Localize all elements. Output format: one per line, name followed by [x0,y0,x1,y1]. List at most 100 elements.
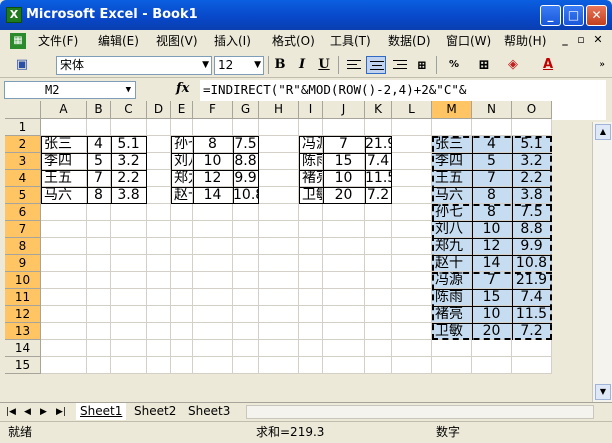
cell[interactable] [41,289,87,306]
cell[interactable] [299,357,323,374]
cell[interactable] [147,289,171,306]
cell[interactable]: 4 [472,136,512,153]
row-header[interactable]: 15 [5,357,41,374]
cell[interactable]: 3.8 [512,187,552,204]
cell[interactable] [259,170,299,187]
cell[interactable] [171,272,193,289]
cell[interactable]: 7.2 [365,187,392,204]
cell[interactable] [41,340,87,357]
cell[interactable] [111,323,147,340]
column-header[interactable]: F [193,101,233,119]
cell[interactable]: 卫敏 [299,187,323,204]
cell[interactable] [299,255,323,272]
cell[interactable] [233,323,259,340]
cell[interactable]: 刘八 [432,221,472,238]
menu-item[interactable]: 视图(V) [156,33,198,49]
cell[interactable] [259,340,299,357]
cell[interactable]: 赵十 [432,255,472,272]
cell[interactable] [233,357,259,374]
menu-item[interactable]: 帮助(H) [504,33,546,49]
cell[interactable] [392,170,432,187]
cell[interactable]: 14 [193,187,233,204]
cell[interactable] [233,289,259,306]
cell[interactable] [365,306,392,323]
cell[interactable] [299,238,323,255]
cell[interactable] [87,255,111,272]
cell[interactable] [365,238,392,255]
sheet-tab[interactable]: Sheet3 [184,403,234,420]
cell[interactable] [323,272,365,289]
cell[interactable]: 4 [87,136,111,153]
cell[interactable] [259,221,299,238]
cell[interactable] [299,221,323,238]
cell[interactable]: 14 [472,255,512,272]
cell[interactable] [111,289,147,306]
workbook-icon[interactable]: ▦ [10,33,26,49]
cell[interactable] [392,187,432,204]
align-right-icon[interactable] [390,56,410,74]
cell[interactable] [365,255,392,272]
cell[interactable] [171,238,193,255]
row-header[interactable]: 6 [5,204,41,221]
column-header[interactable]: M [432,101,472,119]
cell[interactable] [147,306,171,323]
name-box[interactable]: M2 ▼ [4,81,136,99]
close-button[interactable]: ✕ [586,5,607,26]
cell[interactable] [323,357,365,374]
cell[interactable]: 3.2 [512,153,552,170]
row-header[interactable]: 3 [5,153,41,170]
column-header[interactable]: A [41,101,87,119]
cell[interactable] [193,340,233,357]
cell[interactable]: 5 [87,153,111,170]
cell[interactable] [147,170,171,187]
select-all-corner[interactable] [5,101,41,119]
cell[interactable] [233,221,259,238]
cell[interactable] [111,204,147,221]
cell[interactable]: 8.8 [512,221,552,238]
cell[interactable] [171,323,193,340]
cell[interactable]: 10 [472,306,512,323]
cell[interactable] [41,119,87,136]
cell[interactable]: 张三 [432,136,472,153]
cell[interactable] [87,119,111,136]
scroll-down-icon[interactable]: ▼ [595,384,611,400]
cell[interactable] [111,340,147,357]
cell[interactable] [87,306,111,323]
cell[interactable] [193,272,233,289]
cell[interactable] [365,204,392,221]
column-header[interactable]: K [365,101,392,119]
bold-button[interactable]: B [270,56,290,74]
save-icon[interactable]: ▣ [12,56,32,74]
cell[interactable] [147,221,171,238]
cell[interactable] [472,340,512,357]
cell[interactable] [323,204,365,221]
cell[interactable] [111,255,147,272]
cell[interactable] [233,255,259,272]
column-header[interactable]: G [233,101,259,119]
cell[interactable]: 8.8 [233,153,259,170]
align-left-icon[interactable] [344,56,364,74]
font-size-select[interactable]: 12 ▼ [214,56,264,75]
cell[interactable] [87,289,111,306]
cell[interactable] [233,340,259,357]
column-header[interactable]: O [512,101,552,119]
insert-function-icon[interactable]: fx [176,81,189,97]
cell[interactable]: 郑九 [432,238,472,255]
cell[interactable] [392,221,432,238]
align-center-icon[interactable] [366,56,386,74]
cell[interactable] [259,255,299,272]
cell[interactable]: 马六 [41,187,87,204]
cell[interactable] [392,289,432,306]
cell[interactable] [365,289,392,306]
cell[interactable] [392,340,432,357]
cell[interactable] [259,306,299,323]
cell[interactable] [193,357,233,374]
cell[interactable] [41,221,87,238]
cell[interactable] [171,340,193,357]
cell[interactable] [193,238,233,255]
column-header[interactable]: E [171,101,193,119]
cell[interactable] [259,272,299,289]
menu-item[interactable]: 插入(I) [214,33,251,49]
cell[interactable]: 8 [472,187,512,204]
workbook-restore-button[interactable]: ▫ [574,33,588,47]
